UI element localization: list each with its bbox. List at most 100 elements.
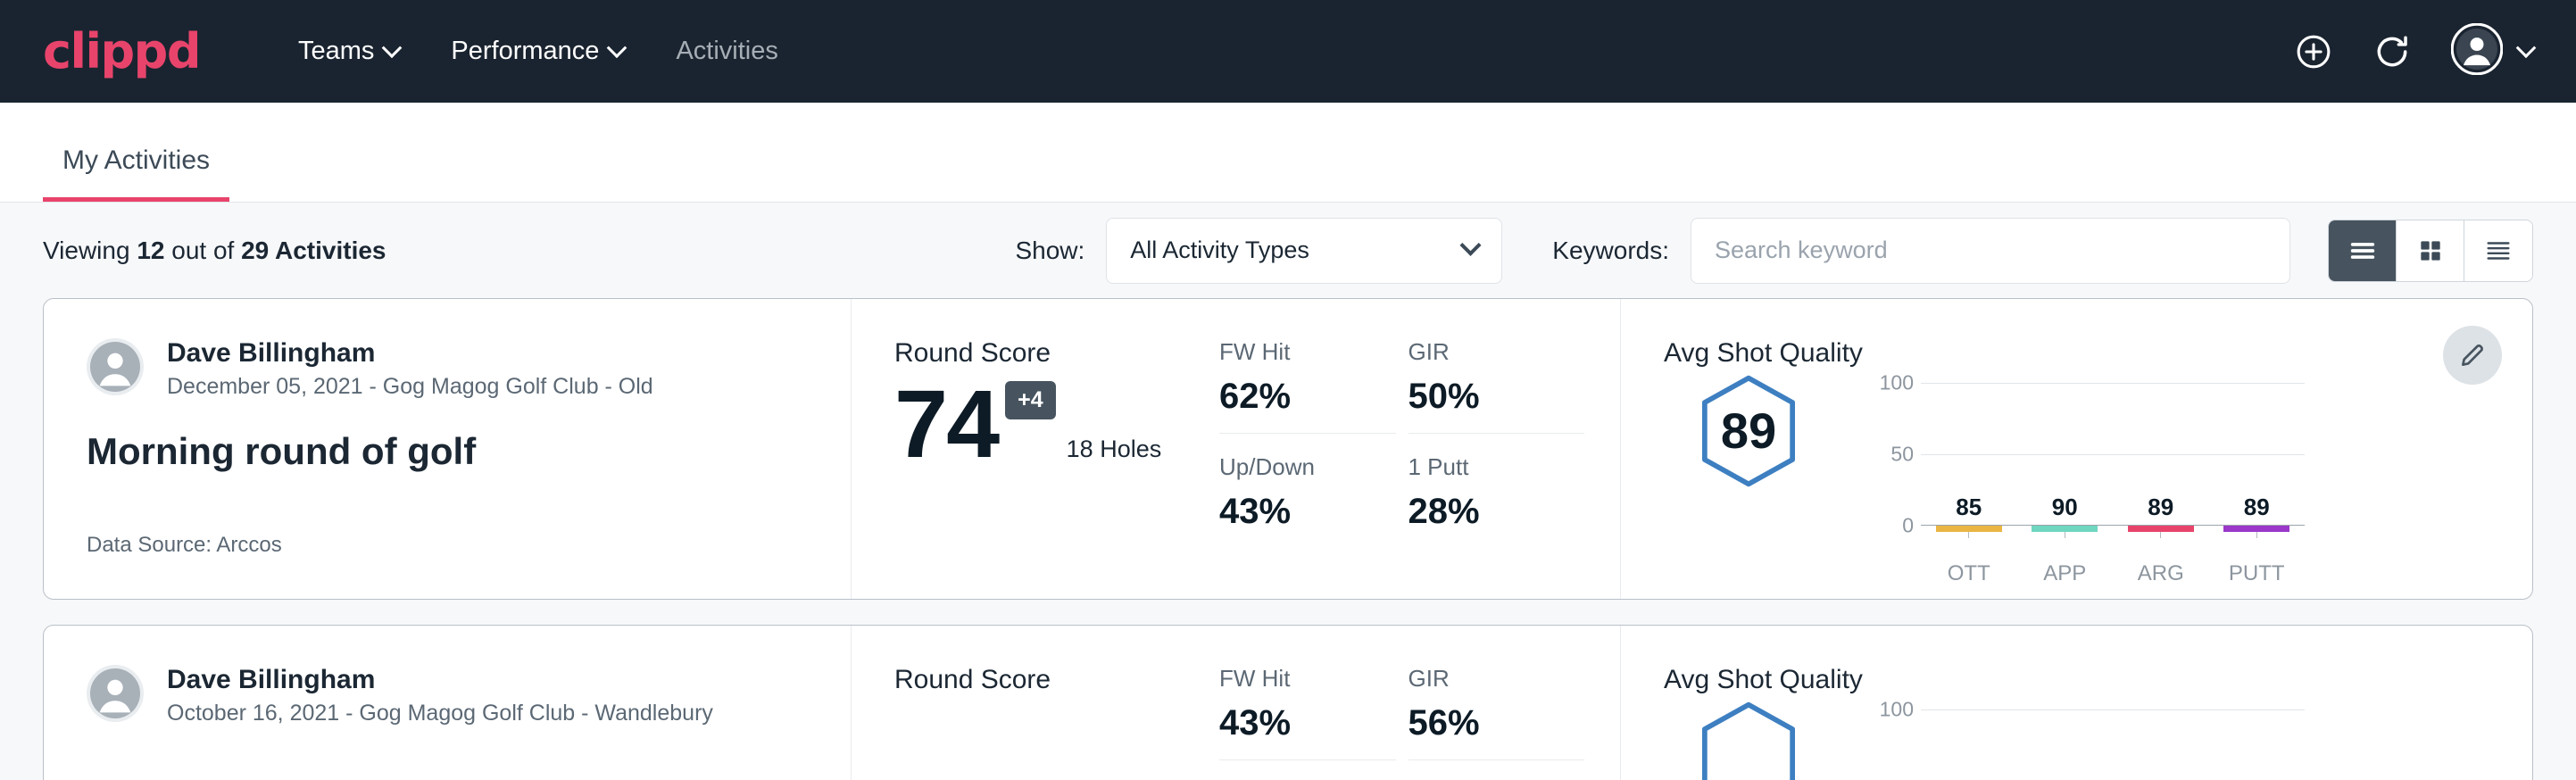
stat-fw-hit: FW Hit 62% — [1219, 338, 1396, 434]
stat-label: Up/Down — [1219, 453, 1396, 481]
bar-value: 85 — [1956, 494, 1982, 521]
view-mode-compact-button[interactable] — [2464, 220, 2532, 281]
x-label: PUTT — [2223, 561, 2289, 586]
stat-fw-hit: FW Hit 43% — [1219, 665, 1396, 760]
chart-x-labels: OTT APP ARG PUTT — [1921, 561, 2305, 586]
quality-hexagon: 89 — [1664, 374, 1851, 488]
x-label: ARG — [2128, 561, 2194, 586]
stat-up-down: Up/Down 43% — [1219, 453, 1396, 548]
avg-shot-quality-label: Avg Shot Quality — [1664, 665, 2532, 695]
chart-y-axis: 100 — [1869, 709, 1921, 780]
y-tick: 50 — [1890, 443, 1914, 467]
stat-value: 43% — [1219, 492, 1396, 532]
keywords-label: Keywords: — [1552, 236, 1669, 265]
card-author-text: Dave Billingham October 16, 2021 - Gog M… — [167, 665, 713, 726]
card-author-text: Dave Billingham December 05, 2021 - Gog … — [167, 338, 653, 400]
activity-card[interactable]: Dave Billingham December 05, 2021 - Gog … — [43, 298, 2533, 600]
card-stats: FW Hit 62% GIR 50% Up/Down 43% 1 Putt 28… — [1219, 299, 1621, 599]
bar-value: 90 — [2052, 494, 2078, 521]
viewing-summary: Viewing 12 out of 29 Activities — [43, 236, 386, 265]
add-button[interactable] — [2294, 32, 2333, 71]
chart-plot-area: 85 90 89 89 — [1921, 383, 2305, 586]
card-round-score: Round Score — [852, 626, 1219, 780]
nav-item-teams[interactable]: Teams — [278, 28, 419, 75]
filter-bar: Viewing 12 out of 29 Activities Show: Al… — [0, 203, 2576, 298]
card-author: Dave Billingham October 16, 2021 - Gog M… — [87, 665, 808, 726]
view-mode-toggle — [2328, 220, 2533, 282]
nav-item-activities[interactable]: Activities — [656, 28, 797, 75]
card-avg-shot-quality: Avg Shot Quality 100 — [1621, 626, 2532, 780]
stat-value: 50% — [1408, 377, 1585, 417]
chart-plot-area: 94 82 106 8 — [1921, 709, 2305, 780]
card-author-name: Dave Billingham — [167, 665, 713, 695]
round-score-row: 74 +4 18 Holes — [894, 376, 1219, 472]
chevron-down-icon — [607, 37, 627, 58]
tab-my-activities[interactable]: My Activities — [43, 145, 229, 202]
activity-type-value: All Activity Types — [1130, 236, 1309, 264]
stat-label: GIR — [1408, 665, 1585, 693]
activity-card-list: Dave Billingham December 05, 2021 - Gog … — [0, 298, 2576, 780]
stat-label: FW Hit — [1219, 665, 1396, 693]
stat-label: 1 Putt — [1408, 453, 1585, 481]
card-info-column: Dave Billingham December 05, 2021 - Gog … — [44, 299, 852, 599]
stat-value: 56% — [1408, 703, 1585, 743]
round-score-label: Round Score — [894, 338, 1219, 369]
activity-type-select[interactable]: All Activity Types — [1106, 218, 1502, 284]
avg-shot-quality-label: Avg Shot Quality — [1664, 338, 2532, 369]
card-avg-shot-quality: Avg Shot Quality 89 100 50 0 — [1621, 299, 2532, 599]
card-info-column: Dave Billingham October 16, 2021 - Gog M… — [44, 626, 852, 780]
view-mode-grid-button[interactable] — [2397, 220, 2464, 281]
y-tick: 100 — [1880, 371, 1914, 395]
nav-item-label: Performance — [451, 37, 599, 66]
holes-label: 18 Holes — [1067, 436, 1162, 463]
avatar — [2451, 23, 2503, 79]
refresh-button[interactable] — [2372, 32, 2412, 71]
viewing-total: 29 Activities — [241, 236, 386, 264]
show-label: Show: — [1015, 236, 1084, 265]
activity-card[interactable]: Dave Billingham October 16, 2021 - Gog M… — [43, 625, 2533, 780]
avatar — [87, 338, 144, 395]
stat-one-putt: 1 Putt 28% — [1408, 453, 1585, 548]
chart-y-axis: 100 50 0 — [1869, 383, 1921, 526]
primary-nav: Teams Performance Activities — [278, 28, 798, 75]
shot-quality-bar-chart: 100 50 0 85 — [1869, 374, 2532, 586]
nav-item-label: Teams — [298, 37, 374, 66]
nav-item-label: Activities — [676, 37, 777, 66]
round-score-label: Round Score — [894, 665, 1219, 695]
bar-value: 89 — [2244, 494, 2270, 521]
card-title: Morning round of golf — [87, 430, 808, 473]
chart-bars: 85 90 89 89 — [1921, 383, 2305, 526]
x-label: APP — [2032, 561, 2098, 586]
stat-gir: GIR 50% — [1408, 338, 1585, 434]
chart-bars: 94 82 106 8 — [1921, 709, 2305, 780]
x-label: OTT — [1936, 561, 2002, 586]
viewing-prefix: Viewing — [43, 236, 137, 264]
card-author-subtitle: December 05, 2021 - Gog Magog Golf Club … — [167, 374, 653, 400]
card-author: Dave Billingham December 05, 2021 - Gog … — [87, 338, 808, 400]
quality-hexagon — [1664, 701, 1851, 780]
filter-controls: Show: All Activity Types Keywords: — [1015, 218, 2533, 284]
brand-logo[interactable]: clippd — [43, 28, 200, 76]
stat-label: GIR — [1408, 338, 1585, 366]
bar-value: 89 — [2148, 494, 2173, 521]
view-mode-list-button[interactable] — [2329, 220, 2397, 281]
avg-shot-quality-value: 89 — [1664, 374, 1833, 488]
quality-body: 100 94 82 — [1664, 701, 2532, 780]
viewing-count: 12 — [137, 236, 164, 264]
chevron-down-icon — [1460, 235, 1482, 256]
chevron-down-icon — [2516, 37, 2537, 58]
stat-value: 43% — [1219, 703, 1396, 743]
y-tick: 0 — [1902, 514, 1914, 538]
account-menu[interactable] — [2451, 23, 2533, 79]
stat-gir: GIR 56% — [1408, 665, 1585, 760]
card-round-score: Round Score 74 +4 18 Holes — [852, 299, 1219, 599]
search-input[interactable] — [1691, 218, 2290, 284]
round-score-value: 74 — [894, 376, 998, 472]
edit-activity-button[interactable] — [2443, 326, 2502, 385]
navbar-actions — [2294, 23, 2533, 79]
stat-label: FW Hit — [1219, 338, 1396, 366]
score-differential-badge: +4 — [1005, 381, 1056, 419]
nav-item-performance[interactable]: Performance — [431, 28, 644, 75]
stat-value: 28% — [1408, 492, 1585, 532]
avatar — [87, 665, 144, 722]
